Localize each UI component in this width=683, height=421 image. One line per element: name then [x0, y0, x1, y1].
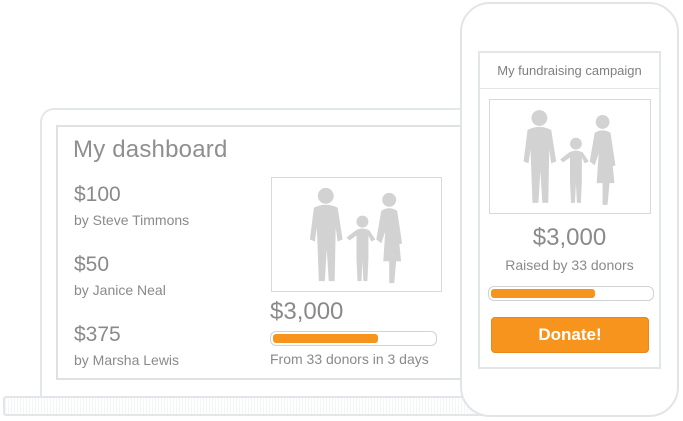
- donation-donor: by Janice Neal: [74, 282, 166, 298]
- dashboard-title: My dashboard: [73, 136, 228, 163]
- dashboard-progress-fill: [273, 334, 378, 343]
- campaign-progress-fill: [491, 289, 596, 298]
- dashboard-progress-caption: From 33 donors in 3 days: [270, 351, 429, 367]
- donation-amount: $50: [74, 253, 110, 276]
- campaign-total-raised: $3,000: [532, 224, 607, 251]
- campaign-photo: [271, 177, 442, 292]
- campaign-photo: [489, 99, 651, 214]
- laptop-keyboard-base: [3, 396, 503, 416]
- campaign-title: My fundraising campaign: [497, 63, 642, 78]
- donation-donor: by Steve Timmons: [74, 212, 190, 228]
- campaign-progress-caption: Raised by 33 donors: [505, 257, 634, 273]
- family-silhouette-icon: [523, 110, 616, 205]
- donation-amount: $100: [74, 183, 121, 206]
- donation-amount: $375: [74, 323, 121, 346]
- campaign-progress-bar: [488, 286, 654, 301]
- dashboard-total-raised: $3,000: [270, 298, 344, 325]
- family-silhouette-icon: [309, 187, 403, 284]
- dashboard-progress-bar: [270, 331, 437, 346]
- donate-button[interactable]: Donate!: [491, 317, 649, 353]
- donation-donor: by Marsha Lewis: [74, 352, 180, 368]
- campaign-header-divider: [480, 88, 659, 89]
